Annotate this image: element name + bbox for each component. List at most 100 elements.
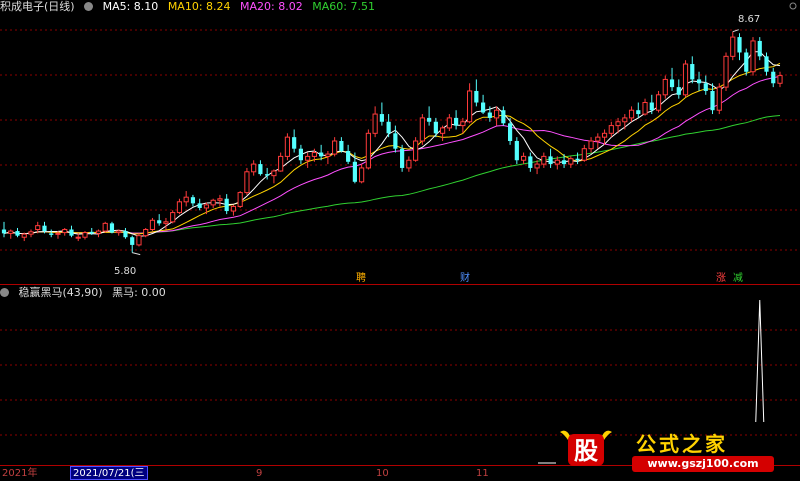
event-tag-2[interactable]: 财 [460, 273, 470, 285]
candle-body [176, 201, 183, 214]
candle-body [581, 148, 587, 161]
candle-body [467, 90, 473, 123]
candle-body [764, 56, 769, 72]
candle-body [197, 203, 202, 208]
candle-body [520, 155, 527, 161]
candle-body [628, 109, 635, 119]
x-label-sep: 9 [256, 468, 263, 479]
candle-body [183, 196, 189, 203]
candle-body [676, 87, 681, 95]
candle-body [49, 233, 54, 235]
indicator-spike [755, 299, 765, 423]
candle-body [265, 174, 270, 176]
candle-body [123, 231, 128, 238]
candle-body [237, 192, 243, 207]
candle-body [608, 125, 614, 134]
candle-body [716, 86, 722, 111]
candle-body [258, 164, 263, 175]
candle-body [636, 110, 641, 115]
indicator-settings-icon[interactable] [0, 288, 9, 297]
candle-body [669, 79, 675, 88]
candle-body [446, 117, 452, 129]
candle-body [28, 231, 34, 235]
candle-body [359, 167, 365, 183]
candle-body [730, 36, 736, 57]
watermark-url: www.gszj100.com [632, 456, 774, 472]
candle-body [744, 52, 749, 72]
candle-body [352, 161, 357, 182]
indicator-value: 黑马: 0.00 [112, 286, 166, 299]
panel-corner-icon [789, 2, 797, 10]
candle-body [487, 112, 492, 118]
candle-body [642, 102, 648, 115]
candle-body [757, 40, 762, 57]
candle-body [1, 229, 7, 234]
candle-body [89, 231, 94, 234]
candle-body [217, 198, 223, 201]
candle-body [737, 37, 742, 53]
candle-body [413, 140, 419, 161]
candle-body [224, 198, 229, 212]
candle-body [474, 90, 479, 103]
event-tag-3[interactable]: 涨 [716, 273, 726, 285]
candle-body [305, 155, 311, 161]
candle-body [95, 230, 102, 234]
candle-body [454, 117, 459, 126]
watermark-text: 公式之家 [636, 432, 728, 456]
candle-body [690, 64, 695, 80]
x-label-oct: 10 [376, 468, 389, 479]
candle-body [703, 83, 708, 91]
chart-canvas [0, 2, 800, 466]
candle-body [339, 141, 344, 152]
candle-body [372, 113, 378, 134]
candle-body [541, 155, 547, 165]
candle-body [15, 231, 20, 236]
ma60-line [3, 115, 781, 235]
candle-body [568, 158, 574, 165]
candle-body [346, 151, 351, 162]
candle-body [284, 136, 291, 157]
candle-body [528, 156, 533, 168]
event-tag-1[interactable]: 聘 [356, 273, 366, 285]
candle-body [62, 229, 68, 234]
candle-body [514, 141, 519, 161]
candle-body [548, 156, 553, 165]
candle-body [69, 229, 74, 236]
candle-body [655, 94, 662, 111]
candle-body [365, 132, 371, 169]
candle-body [777, 75, 783, 84]
selected-date-box: 2021/07/21(三 [70, 466, 148, 480]
low-marker [132, 252, 141, 256]
candle-body [136, 235, 142, 246]
candle-body [595, 136, 601, 142]
candle-body [507, 123, 513, 141]
ma60-label: MA60: 7.51 [312, 0, 375, 13]
candle-body [649, 102, 654, 111]
candle-body [615, 121, 621, 127]
candle-body [311, 152, 317, 157]
candle-body [710, 90, 715, 111]
candle-body [292, 137, 297, 149]
candle-body [440, 127, 446, 134]
candle-body [251, 163, 257, 173]
candle-body [575, 158, 580, 161]
candle-body [393, 133, 398, 149]
candle-body [157, 220, 162, 224]
event-tag-4[interactable]: 减 [733, 273, 743, 285]
candle-body [149, 219, 156, 231]
candle-body [271, 170, 277, 177]
ma5-label: MA5: 8.10 [102, 0, 159, 13]
candle-body [319, 152, 324, 157]
candle-body [554, 159, 560, 165]
candle-body [325, 153, 331, 157]
low-label: 5.80 [114, 266, 137, 277]
candle-body [427, 117, 432, 122]
candle-body [298, 148, 303, 161]
candle-body [143, 229, 149, 237]
high-label: 8.67 [738, 14, 761, 25]
candle-body [696, 79, 702, 84]
settings-icon[interactable] [84, 2, 94, 11]
candle-body [682, 63, 689, 96]
candle-body [460, 121, 466, 127]
candle-body [662, 78, 668, 96]
